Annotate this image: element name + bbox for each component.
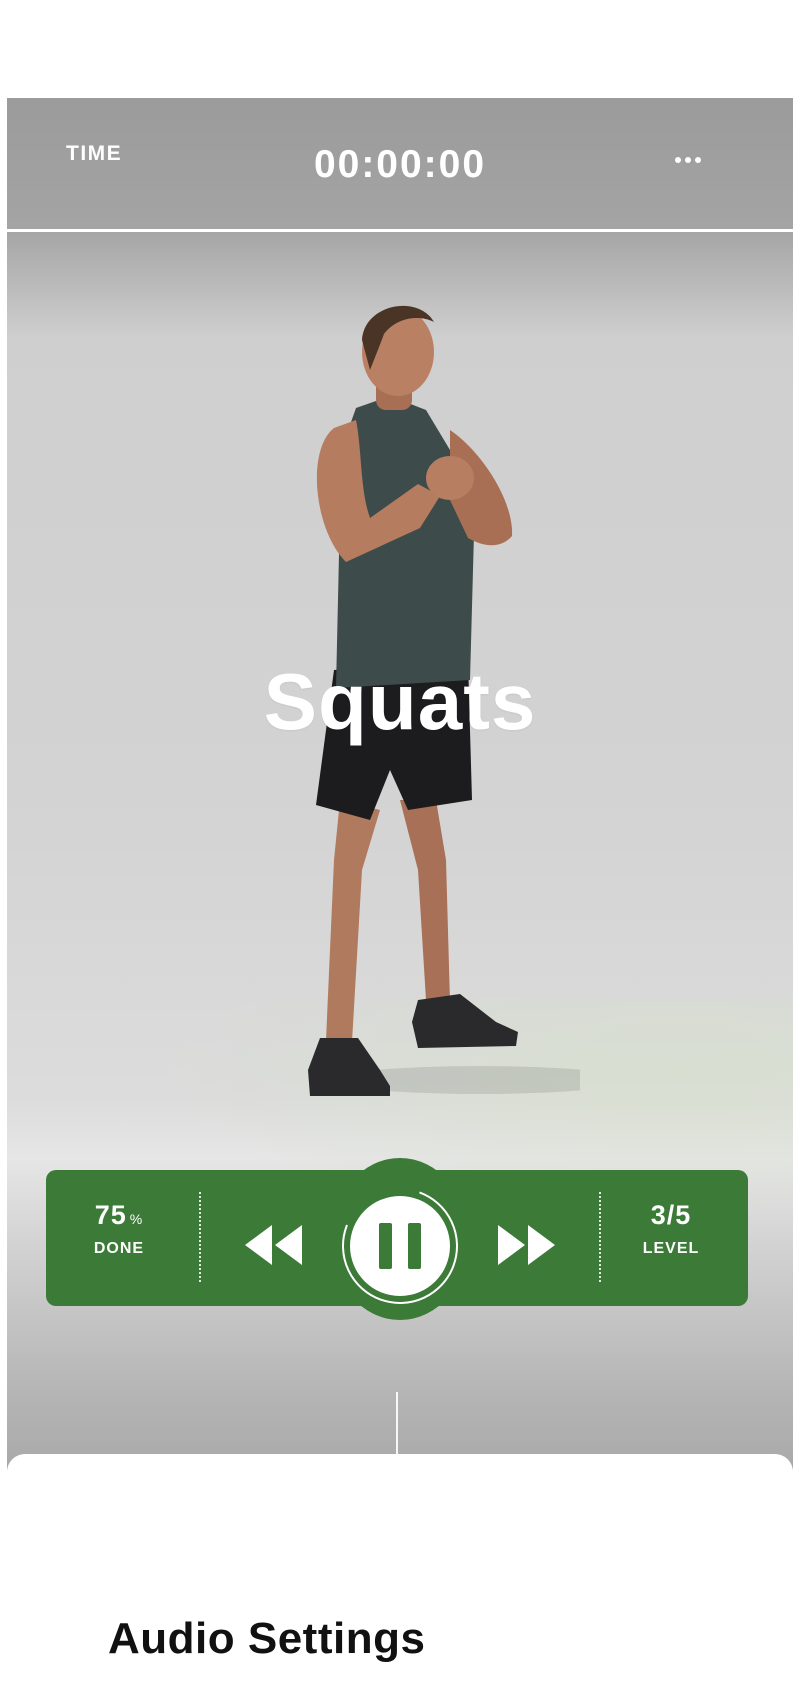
- time-label: TIME: [66, 142, 123, 165]
- progress-value: 75%: [94, 1200, 144, 1230]
- fast-forward-icon[interactable]: [496, 1224, 556, 1266]
- exercise-title: Squats: [263, 657, 537, 746]
- elapsed-timer: 00:00:00: [313, 143, 487, 186]
- more-options-icon[interactable]: [666, 148, 710, 172]
- more-dot: [685, 157, 691, 163]
- pause-button[interactable]: [341, 1187, 459, 1305]
- level-label: LEVEL: [642, 1240, 700, 1257]
- control-divider-right: [599, 1192, 601, 1282]
- progress-stat: 75% DONE: [59, 1200, 179, 1258]
- level-value: 3/5: [650, 1200, 692, 1230]
- level-stat: 3/5 LEVEL: [611, 1200, 731, 1258]
- sheet-drag-line: [396, 1392, 398, 1456]
- rewind-icon[interactable]: [244, 1224, 304, 1266]
- progress-label: DONE: [93, 1240, 145, 1257]
- pause-icon: [379, 1223, 392, 1269]
- audio-settings-title: Audio Settings: [108, 1614, 426, 1663]
- more-dot: [695, 157, 701, 163]
- progress-unit: %: [129, 1211, 144, 1227]
- control-divider-left: [199, 1192, 201, 1282]
- more-dot: [675, 157, 681, 163]
